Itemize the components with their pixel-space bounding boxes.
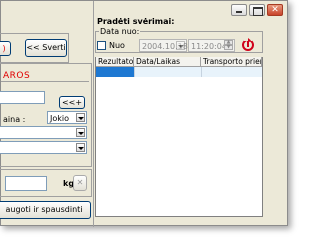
window-controls: ✕ bbox=[231, 4, 283, 16]
weigh-and-print-button[interactable]: augoti ir spausdinti bbox=[0, 201, 91, 219]
red-action-button[interactable]: ) bbox=[0, 41, 11, 56]
heading-divider bbox=[1, 81, 89, 82]
column-header-vehicle[interactable]: Transporto priemone bbox=[201, 57, 262, 67]
sverti-button-label: << Sverti bbox=[26, 43, 66, 52]
chevron-down-icon[interactable] bbox=[176, 41, 185, 50]
combo-2[interactable] bbox=[0, 126, 87, 139]
section-divider bbox=[93, 1, 94, 227]
red-action-label: ) bbox=[2, 44, 6, 53]
column-header-date-time[interactable]: Data/Laikas bbox=[134, 57, 201, 67]
chevron-down-icon[interactable] bbox=[76, 128, 85, 137]
sverti-button[interactable]: << Sverti bbox=[25, 39, 67, 57]
cell-divider bbox=[134, 67, 135, 77]
chevron-down-icon[interactable] bbox=[76, 113, 85, 122]
application-window: ✕ ) << Sverti AROS <<+ aina : Jokio kg ✕… bbox=[0, 0, 288, 227]
unit-combo[interactable]: Jokio bbox=[47, 111, 87, 124]
weigh-and-print-label: augoti ir spausdinti bbox=[5, 205, 83, 214]
close-icon: ✕ bbox=[76, 178, 84, 187]
time-value: 11:20:04 bbox=[191, 42, 227, 51]
close-button[interactable]: ✕ bbox=[267, 4, 283, 16]
nuo-label: Nuo bbox=[109, 41, 125, 50]
combo-3[interactable] bbox=[0, 141, 87, 154]
results-grid[interactable] bbox=[95, 57, 263, 217]
unit-combo-value: Jokio bbox=[50, 114, 70, 123]
spin-down-icon[interactable]: ▼ bbox=[224, 45, 233, 50]
refresh-icon bbox=[242, 38, 254, 51]
column-header-result-id[interactable]: Rezultato ID bbox=[96, 57, 134, 67]
clear-weight-button[interactable]: ✕ bbox=[73, 175, 87, 191]
table-row[interactable] bbox=[96, 67, 262, 77]
section-title: Pradėti svėrimai: bbox=[97, 17, 175, 26]
weight-input[interactable] bbox=[5, 176, 47, 191]
left-panel: ) << Sverti AROS <<+ aina : Jokio kg ✕ a… bbox=[0, 1, 93, 227]
time-spinner[interactable]: ▲ ▼ bbox=[224, 40, 233, 51]
form-heading: AROS bbox=[3, 71, 31, 81]
time-picker[interactable]: 11:20:04 ▲ ▼ bbox=[188, 39, 235, 52]
chevron-down-icon[interactable] bbox=[76, 143, 85, 152]
add-button[interactable]: <<+ bbox=[59, 96, 85, 109]
refresh-button[interactable] bbox=[241, 38, 255, 52]
nuo-checkbox[interactable] bbox=[97, 41, 106, 50]
selected-cell[interactable] bbox=[96, 67, 134, 77]
date-picker[interactable]: 2004.10.18 bbox=[139, 39, 188, 52]
date-group-label: Data nuo: bbox=[99, 27, 141, 36]
add-button-label: <<+ bbox=[61, 98, 83, 107]
combo-label: aina : bbox=[3, 115, 26, 124]
maximize-button[interactable] bbox=[249, 4, 265, 16]
minimize-button[interactable] bbox=[231, 4, 247, 16]
text-field-1[interactable] bbox=[0, 91, 45, 104]
cell-divider bbox=[201, 67, 202, 77]
